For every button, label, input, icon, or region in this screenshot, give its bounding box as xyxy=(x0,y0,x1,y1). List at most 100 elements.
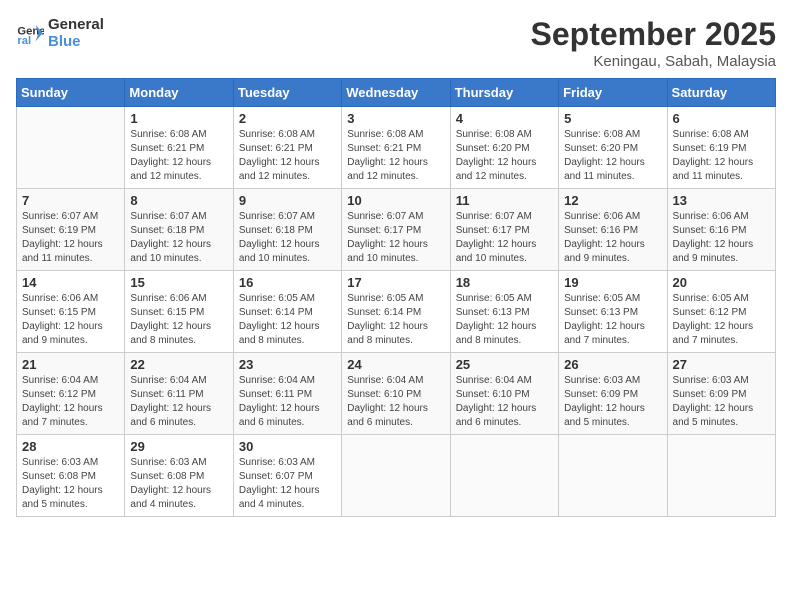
calendar-cell xyxy=(450,435,558,517)
calendar-cell: 11 Sunrise: 6:07 AM Sunset: 6:17 PM Dayli… xyxy=(450,189,558,271)
day-info: Sunrise: 6:03 AM Sunset: 6:07 PM Dayligh… xyxy=(239,456,336,512)
day-info: Sunrise: 6:04 AM Sunset: 6:12 PM Dayligh… xyxy=(22,374,119,430)
day-number: 12 xyxy=(564,193,661,208)
calendar-cell: 13 Sunrise: 6:06 AM Sunset: 6:16 PM Dayli… xyxy=(667,189,775,271)
day-number: 21 xyxy=(22,357,119,372)
calendar-cell: 8 Sunrise: 6:07 AM Sunset: 6:18 PM Daylig… xyxy=(125,189,233,271)
header-sunday: Sunday xyxy=(17,79,125,107)
day-number: 5 xyxy=(564,111,661,126)
svg-text:ral: ral xyxy=(17,35,31,47)
calendar-week-row: 14 Sunrise: 6:06 AM Sunset: 6:15 PM Dayli… xyxy=(17,271,776,353)
calendar-week-row: 28Sunrise: 6:03 AM Sunset: 6:08 PM Dayli… xyxy=(17,435,776,517)
day-info: Sunrise: 6:07 AM Sunset: 6:19 PM Dayligh… xyxy=(22,210,119,266)
calendar-cell: 21 Sunrise: 6:04 AM Sunset: 6:12 PM Dayli… xyxy=(17,353,125,435)
day-number: 20 xyxy=(673,275,770,290)
day-info: Sunrise: 6:03 AM Sunset: 6:08 PM Dayligh… xyxy=(130,456,227,512)
day-number: 9 xyxy=(239,193,336,208)
calendar-cell: 23Sunrise: 6:04 AM Sunset: 6:11 PM Dayli… xyxy=(233,353,341,435)
day-info: Sunrise: 6:06 AM Sunset: 6:15 PM Dayligh… xyxy=(22,292,119,348)
day-info: Sunrise: 6:06 AM Sunset: 6:15 PM Dayligh… xyxy=(130,292,227,348)
day-info: Sunrise: 6:06 AM Sunset: 6:16 PM Dayligh… xyxy=(673,210,770,266)
day-number: 10 xyxy=(347,193,444,208)
day-info: Sunrise: 6:05 AM Sunset: 6:13 PM Dayligh… xyxy=(456,292,553,348)
day-number: 8 xyxy=(130,193,227,208)
day-number: 24 xyxy=(347,357,444,372)
header-monday: Monday xyxy=(125,79,233,107)
day-info: Sunrise: 6:04 AM Sunset: 6:10 PM Dayligh… xyxy=(347,374,444,430)
calendar-cell: 15Sunrise: 6:06 AM Sunset: 6:15 PM Dayli… xyxy=(125,271,233,353)
calendar-cell: 9 Sunrise: 6:07 AM Sunset: 6:18 PM Daylig… xyxy=(233,189,341,271)
day-info: Sunrise: 6:08 AM Sunset: 6:20 PM Dayligh… xyxy=(456,128,553,184)
day-info: Sunrise: 6:05 AM Sunset: 6:12 PM Dayligh… xyxy=(673,292,770,348)
calendar-cell xyxy=(667,435,775,517)
day-number: 22 xyxy=(130,357,227,372)
calendar-cell: 4 Sunrise: 6:08 AM Sunset: 6:20 PM Daylig… xyxy=(450,107,558,189)
header-wednesday: Wednesday xyxy=(342,79,450,107)
day-info: Sunrise: 6:08 AM Sunset: 6:20 PM Dayligh… xyxy=(564,128,661,184)
day-number: 27 xyxy=(673,357,770,372)
calendar-cell: 1 Sunrise: 6:08 AM Sunset: 6:21 PM Daylig… xyxy=(125,107,233,189)
day-number: 7 xyxy=(22,193,119,208)
day-info: Sunrise: 6:05 AM Sunset: 6:14 PM Dayligh… xyxy=(239,292,336,348)
day-number: 4 xyxy=(456,111,553,126)
calendar-cell: 20 Sunrise: 6:05 AM Sunset: 6:12 PM Dayli… xyxy=(667,271,775,353)
day-number: 2 xyxy=(239,111,336,126)
header-saturday: Saturday xyxy=(667,79,775,107)
day-info: Sunrise: 6:05 AM Sunset: 6:13 PM Dayligh… xyxy=(564,292,661,348)
month-title: September 2025 xyxy=(531,16,776,53)
day-info: Sunrise: 6:06 AM Sunset: 6:16 PM Dayligh… xyxy=(564,210,661,266)
title-block: September 2025 Keningau, Sabah, Malaysia xyxy=(531,16,776,70)
calendar-cell: 24 Sunrise: 6:04 AM Sunset: 6:10 PM Dayli… xyxy=(342,353,450,435)
header-tuesday: Tuesday xyxy=(233,79,341,107)
calendar-cell xyxy=(559,435,667,517)
day-info: Sunrise: 6:07 AM Sunset: 6:17 PM Dayligh… xyxy=(347,210,444,266)
day-info: Sunrise: 6:04 AM Sunset: 6:10 PM Dayligh… xyxy=(456,374,553,430)
calendar-cell: 30 Sunrise: 6:03 AM Sunset: 6:07 PM Dayli… xyxy=(233,435,341,517)
day-number: 16 xyxy=(239,275,336,290)
calendar-cell: 27 Sunrise: 6:03 AM Sunset: 6:09 PM Dayli… xyxy=(667,353,775,435)
calendar-cell: 29 Sunrise: 6:03 AM Sunset: 6:08 PM Dayli… xyxy=(125,435,233,517)
logo: Gene ral General Blue xyxy=(16,16,104,50)
day-info: Sunrise: 6:08 AM Sunset: 6:21 PM Dayligh… xyxy=(347,128,444,184)
day-number: 29 xyxy=(130,439,227,454)
calendar-cell: 14 Sunrise: 6:06 AM Sunset: 6:15 PM Dayli… xyxy=(17,271,125,353)
day-number: 30 xyxy=(239,439,336,454)
location: Keningau, Sabah, Malaysia xyxy=(531,53,776,70)
calendar-week-row: 7 Sunrise: 6:07 AM Sunset: 6:19 PM Daylig… xyxy=(17,189,776,271)
day-info: Sunrise: 6:04 AM Sunset: 6:11 PM Dayligh… xyxy=(130,374,227,430)
calendar-cell: 19Sunrise: 6:05 AM Sunset: 6:13 PM Dayli… xyxy=(559,271,667,353)
day-info: Sunrise: 6:07 AM Sunset: 6:18 PM Dayligh… xyxy=(130,210,227,266)
calendar-cell: 16 Sunrise: 6:05 AM Sunset: 6:14 PM Dayli… xyxy=(233,271,341,353)
calendar-cell: 18Sunrise: 6:05 AM Sunset: 6:13 PM Dayli… xyxy=(450,271,558,353)
day-info: Sunrise: 6:05 AM Sunset: 6:14 PM Dayligh… xyxy=(347,292,444,348)
day-info: Sunrise: 6:08 AM Sunset: 6:19 PM Dayligh… xyxy=(673,128,770,184)
day-number: 13 xyxy=(673,193,770,208)
day-number: 17 xyxy=(347,275,444,290)
day-info: Sunrise: 6:08 AM Sunset: 6:21 PM Dayligh… xyxy=(239,128,336,184)
calendar-header-row: SundayMondayTuesdayWednesdayThursdayFrid… xyxy=(17,79,776,107)
calendar-cell: 22 Sunrise: 6:04 AM Sunset: 6:11 PM Dayli… xyxy=(125,353,233,435)
day-info: Sunrise: 6:03 AM Sunset: 6:09 PM Dayligh… xyxy=(564,374,661,430)
day-info: Sunrise: 6:08 AM Sunset: 6:21 PM Dayligh… xyxy=(130,128,227,184)
calendar-cell xyxy=(17,107,125,189)
day-number: 26 xyxy=(564,357,661,372)
calendar-cell: 2 Sunrise: 6:08 AM Sunset: 6:21 PM Daylig… xyxy=(233,107,341,189)
logo-icon: Gene ral xyxy=(16,19,44,47)
page-header: Gene ral General Blue September 2025 Ken… xyxy=(16,16,776,70)
day-info: Sunrise: 6:03 AM Sunset: 6:09 PM Dayligh… xyxy=(673,374,770,430)
day-info: Sunrise: 6:07 AM Sunset: 6:17 PM Dayligh… xyxy=(456,210,553,266)
day-number: 3 xyxy=(347,111,444,126)
calendar-cell: 7 Sunrise: 6:07 AM Sunset: 6:19 PM Daylig… xyxy=(17,189,125,271)
header-thursday: Thursday xyxy=(450,79,558,107)
calendar-cell: 17 Sunrise: 6:05 AM Sunset: 6:14 PM Dayli… xyxy=(342,271,450,353)
header-friday: Friday xyxy=(559,79,667,107)
calendar-cell: 6 Sunrise: 6:08 AM Sunset: 6:19 PM Daylig… xyxy=(667,107,775,189)
day-number: 11 xyxy=(456,193,553,208)
day-info: Sunrise: 6:07 AM Sunset: 6:18 PM Dayligh… xyxy=(239,210,336,266)
day-number: 14 xyxy=(22,275,119,290)
calendar-cell: 25Sunrise: 6:04 AM Sunset: 6:10 PM Dayli… xyxy=(450,353,558,435)
logo-line1: General xyxy=(48,16,104,33)
day-number: 6 xyxy=(673,111,770,126)
calendar-week-row: 1 Sunrise: 6:08 AM Sunset: 6:21 PM Daylig… xyxy=(17,107,776,189)
day-number: 1 xyxy=(130,111,227,126)
